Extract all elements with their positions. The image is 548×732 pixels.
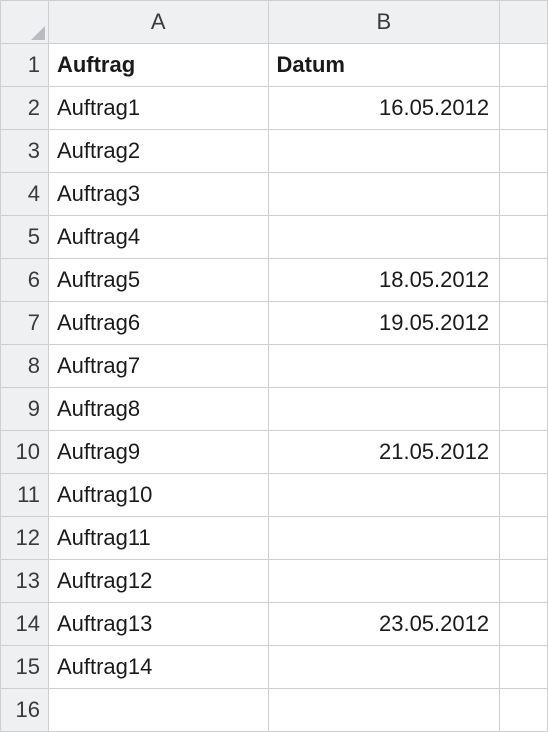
cell-A6[interactable]: Auftrag5 <box>48 259 268 302</box>
cell-C8[interactable] <box>500 345 548 388</box>
cell-B11[interactable] <box>268 474 500 517</box>
cell-A12[interactable]: Auftrag11 <box>48 517 268 560</box>
cell-B1[interactable]: Datum <box>268 44 500 87</box>
cell-C11[interactable] <box>500 474 548 517</box>
cell-A11[interactable]: Auftrag10 <box>48 474 268 517</box>
row-header-12[interactable]: 12 <box>1 517 49 560</box>
row-header-7[interactable]: 7 <box>1 302 49 345</box>
cell-B3[interactable] <box>268 130 500 173</box>
cell-A4[interactable]: Auftrag3 <box>48 173 268 216</box>
cell-C15[interactable] <box>500 646 548 689</box>
cell-C10[interactable] <box>500 431 548 474</box>
cell-A14[interactable]: Auftrag13 <box>48 603 268 646</box>
cell-A8[interactable]: Auftrag7 <box>48 345 268 388</box>
row-1: 1 Auftrag Datum <box>1 44 548 87</box>
column-header-B[interactable]: B <box>268 1 500 44</box>
cell-C7[interactable] <box>500 302 548 345</box>
row-11: 11 Auftrag10 <box>1 474 548 517</box>
cell-A3[interactable]: Auftrag2 <box>48 130 268 173</box>
row-8: 8 Auftrag7 <box>1 345 548 388</box>
row-7: 7 Auftrag6 19.05.2012 <box>1 302 548 345</box>
row-15: 15 Auftrag14 <box>1 646 548 689</box>
row-header-10[interactable]: 10 <box>1 431 49 474</box>
row-header-6[interactable]: 6 <box>1 259 49 302</box>
column-header-C[interactable] <box>500 1 548 44</box>
row-6: 6 Auftrag5 18.05.2012 <box>1 259 548 302</box>
row-header-16[interactable]: 16 <box>1 689 49 732</box>
cell-A13[interactable]: Auftrag12 <box>48 560 268 603</box>
cell-B15[interactable] <box>268 646 500 689</box>
row-header-3[interactable]: 3 <box>1 130 49 173</box>
row-header-5[interactable]: 5 <box>1 216 49 259</box>
row-header-14[interactable]: 14 <box>1 603 49 646</box>
row-5: 5 Auftrag4 <box>1 216 548 259</box>
cell-C6[interactable] <box>500 259 548 302</box>
row-header-13[interactable]: 13 <box>1 560 49 603</box>
cell-B9[interactable] <box>268 388 500 431</box>
cell-B7[interactable]: 19.05.2012 <box>268 302 500 345</box>
row-16: 16 <box>1 689 548 732</box>
cell-A1[interactable]: Auftrag <box>48 44 268 87</box>
cell-A16[interactable] <box>48 689 268 732</box>
cell-C16[interactable] <box>500 689 548 732</box>
row-2: 2 Auftrag1 16.05.2012 <box>1 87 548 130</box>
cell-C4[interactable] <box>500 173 548 216</box>
column-header-row: A B <box>1 1 548 44</box>
cell-B16[interactable] <box>268 689 500 732</box>
cell-C2[interactable] <box>500 87 548 130</box>
cell-C9[interactable] <box>500 388 548 431</box>
row-14: 14 Auftrag13 23.05.2012 <box>1 603 548 646</box>
row-4: 4 Auftrag3 <box>1 173 548 216</box>
cell-A2[interactable]: Auftrag1 <box>48 87 268 130</box>
cell-B2[interactable]: 16.05.2012 <box>268 87 500 130</box>
row-10: 10 Auftrag9 21.05.2012 <box>1 431 548 474</box>
cell-A7[interactable]: Auftrag6 <box>48 302 268 345</box>
cell-B5[interactable] <box>268 216 500 259</box>
select-all-triangle-icon <box>31 26 45 40</box>
cell-A9[interactable]: Auftrag8 <box>48 388 268 431</box>
row-3: 3 Auftrag2 <box>1 130 548 173</box>
cell-C3[interactable] <box>500 130 548 173</box>
cell-B12[interactable] <box>268 517 500 560</box>
cell-C14[interactable] <box>500 603 548 646</box>
select-all-corner[interactable] <box>1 1 49 44</box>
cell-A10[interactable]: Auftrag9 <box>48 431 268 474</box>
cell-A15[interactable]: Auftrag14 <box>48 646 268 689</box>
column-header-A[interactable]: A <box>48 1 268 44</box>
cell-C12[interactable] <box>500 517 548 560</box>
cell-B8[interactable] <box>268 345 500 388</box>
row-header-2[interactable]: 2 <box>1 87 49 130</box>
row-13: 13 Auftrag12 <box>1 560 548 603</box>
cell-C13[interactable] <box>500 560 548 603</box>
cell-B4[interactable] <box>268 173 500 216</box>
spreadsheet-grid: A B 1 Auftrag Datum 2 Auftrag1 16.05.201… <box>0 0 548 732</box>
row-header-9[interactable]: 9 <box>1 388 49 431</box>
row-header-4[interactable]: 4 <box>1 173 49 216</box>
row-header-15[interactable]: 15 <box>1 646 49 689</box>
row-header-11[interactable]: 11 <box>1 474 49 517</box>
row-header-1[interactable]: 1 <box>1 44 49 87</box>
cell-B10[interactable]: 21.05.2012 <box>268 431 500 474</box>
cell-B6[interactable]: 18.05.2012 <box>268 259 500 302</box>
cell-C5[interactable] <box>500 216 548 259</box>
cell-C1[interactable] <box>500 44 548 87</box>
cell-B14[interactable]: 23.05.2012 <box>268 603 500 646</box>
row-header-8[interactable]: 8 <box>1 345 49 388</box>
cell-B13[interactable] <box>268 560 500 603</box>
cell-A5[interactable]: Auftrag4 <box>48 216 268 259</box>
row-12: 12 Auftrag11 <box>1 517 548 560</box>
row-9: 9 Auftrag8 <box>1 388 548 431</box>
